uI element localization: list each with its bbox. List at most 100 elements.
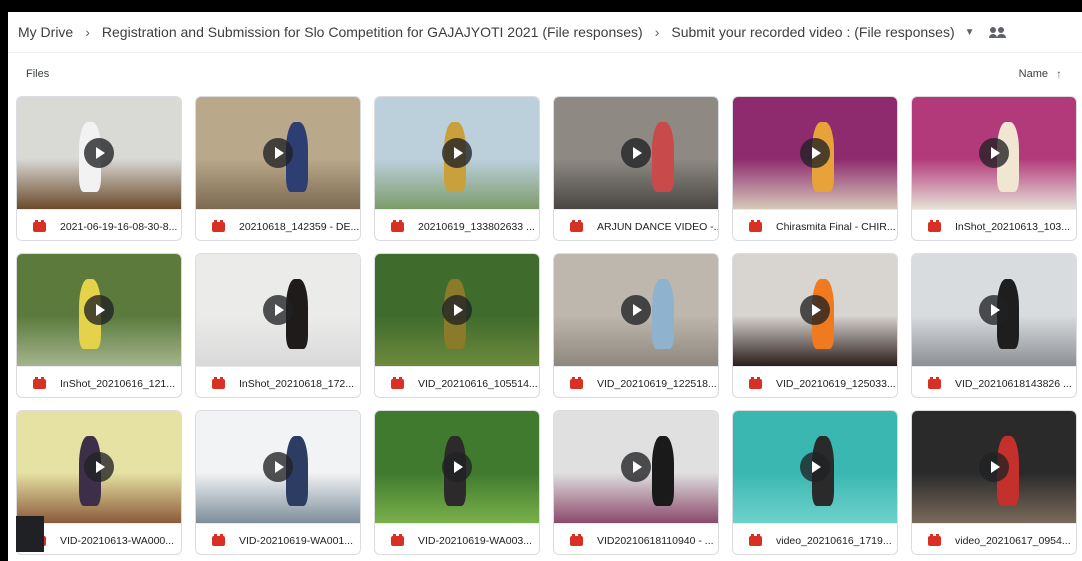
video-thumbnail[interactable] bbox=[912, 254, 1076, 366]
file-name: 20210618_142359 - DE... bbox=[239, 220, 360, 233]
file-card[interactable]: VID_20210616_105514... bbox=[374, 253, 540, 398]
video-thumbnail[interactable] bbox=[912, 411, 1076, 523]
file-card[interactable]: VID-20210619-WA001... bbox=[195, 410, 361, 555]
file-name: Chirasmita Final - CHIR... bbox=[776, 220, 896, 233]
video-thumbnail[interactable] bbox=[375, 97, 539, 209]
play-icon[interactable] bbox=[442, 138, 472, 168]
play-icon[interactable] bbox=[979, 138, 1009, 168]
breadcrumb-current-folder[interactable]: Submit your recorded video : (File respo… bbox=[671, 24, 954, 40]
file-name: 2021-06-19-16-08-30-8... bbox=[60, 220, 178, 233]
file-caption[interactable]: video_20210616_1719... bbox=[733, 523, 897, 554]
play-icon[interactable] bbox=[442, 295, 472, 325]
file-card[interactable]: video_20210616_1719... bbox=[732, 410, 898, 555]
video-thumbnail[interactable] bbox=[912, 97, 1076, 209]
file-caption[interactable]: InShot_20210613_103... bbox=[912, 209, 1076, 240]
play-icon[interactable] bbox=[84, 138, 114, 168]
video-file-icon bbox=[570, 533, 583, 546]
file-card[interactable]: VID_20210618143826 ... bbox=[911, 253, 1077, 398]
video-file-icon bbox=[391, 219, 404, 232]
video-thumbnail[interactable] bbox=[733, 411, 897, 523]
file-card[interactable]: 20210619_133802633 ... bbox=[374, 96, 540, 241]
video-thumbnail[interactable] bbox=[375, 254, 539, 366]
dancer-figure bbox=[652, 121, 675, 192]
video-thumbnail[interactable] bbox=[375, 411, 539, 523]
video-thumbnail[interactable] bbox=[554, 411, 718, 523]
file-name: video_20210617_0954... bbox=[955, 534, 1071, 547]
play-icon[interactable] bbox=[800, 295, 830, 325]
play-icon[interactable] bbox=[621, 138, 651, 168]
play-icon[interactable] bbox=[263, 295, 293, 325]
file-caption[interactable]: VID_20210616_105514... bbox=[375, 366, 539, 397]
file-card[interactable]: video_20210617_0954... bbox=[911, 410, 1077, 555]
play-icon[interactable] bbox=[979, 452, 1009, 482]
file-grid: 2021-06-19-16-08-30-8... 20210618_142359 … bbox=[16, 96, 1077, 555]
play-icon[interactable] bbox=[263, 452, 293, 482]
video-file-icon bbox=[212, 533, 225, 546]
video-thumbnail[interactable] bbox=[196, 97, 360, 209]
file-caption[interactable]: VID20210618110940 - ... bbox=[554, 523, 718, 554]
file-card[interactable]: ARJUN DANCE VIDEO -... bbox=[553, 96, 719, 241]
overlay-box bbox=[16, 516, 44, 552]
file-caption[interactable]: VID_20210618143826 ... bbox=[912, 366, 1076, 397]
video-thumbnail[interactable] bbox=[17, 254, 181, 366]
video-file-icon bbox=[928, 376, 941, 389]
play-icon[interactable] bbox=[621, 452, 651, 482]
video-thumbnail[interactable] bbox=[17, 97, 181, 209]
file-caption[interactable]: VID_20210619_122518... bbox=[554, 366, 718, 397]
file-caption[interactable]: VID-20210619-WA003... bbox=[375, 523, 539, 554]
sort-control[interactable]: Name ↑ bbox=[1019, 67, 1062, 81]
file-caption[interactable]: VID_20210619_125033... bbox=[733, 366, 897, 397]
video-file-icon bbox=[749, 376, 762, 389]
file-name: VID-20210619-WA003... bbox=[418, 534, 533, 547]
file-caption[interactable]: VID-20210619-WA001... bbox=[196, 523, 360, 554]
file-caption[interactable]: 2021-06-19-16-08-30-8... bbox=[17, 209, 181, 240]
file-caption[interactable]: Chirasmita Final - CHIR... bbox=[733, 209, 897, 240]
video-thumbnail[interactable] bbox=[17, 411, 181, 523]
file-name: InShot_20210616_121... bbox=[60, 377, 176, 390]
list-header: Files Name ↑ bbox=[8, 61, 1082, 87]
dancer-figure bbox=[652, 435, 675, 506]
caret-down-icon[interactable]: ▼ bbox=[965, 27, 975, 38]
file-card[interactable]: Chirasmita Final - CHIR... bbox=[732, 96, 898, 241]
breadcrumb-my-drive[interactable]: My Drive bbox=[18, 24, 73, 40]
drive-window: My Drive › Registration and Submission f… bbox=[8, 12, 1082, 561]
video-file-icon bbox=[570, 376, 583, 389]
file-card[interactable]: 20210618_142359 - DE... bbox=[195, 96, 361, 241]
play-icon[interactable] bbox=[800, 452, 830, 482]
video-thumbnail[interactable] bbox=[554, 254, 718, 366]
file-caption[interactable]: video_20210617_0954... bbox=[912, 523, 1076, 554]
file-name: InShot_20210618_172... bbox=[239, 377, 355, 390]
play-icon[interactable] bbox=[442, 452, 472, 482]
video-thumbnail[interactable] bbox=[733, 97, 897, 209]
breadcrumb-folder[interactable]: Registration and Submission for Slo Comp… bbox=[102, 24, 643, 40]
play-icon[interactable] bbox=[84, 452, 114, 482]
file-caption[interactable]: ARJUN DANCE VIDEO -... bbox=[554, 209, 718, 240]
play-icon[interactable] bbox=[84, 295, 114, 325]
file-caption[interactable]: 20210618_142359 - DE... bbox=[196, 209, 360, 240]
video-thumbnail[interactable] bbox=[196, 254, 360, 366]
video-thumbnail[interactable] bbox=[196, 411, 360, 523]
file-card[interactable]: VID_20210619_125033... bbox=[732, 253, 898, 398]
file-card[interactable]: 2021-06-19-16-08-30-8... bbox=[16, 96, 182, 241]
chevron-right-icon: › bbox=[85, 24, 90, 40]
video-thumbnail[interactable] bbox=[554, 97, 718, 209]
file-card[interactable]: InShot_20210613_103... bbox=[911, 96, 1077, 241]
file-card[interactable]: InShot_20210616_121... bbox=[16, 253, 182, 398]
file-card[interactable]: VID-20210619-WA003... bbox=[374, 410, 540, 555]
video-thumbnail[interactable] bbox=[733, 254, 897, 366]
play-icon[interactable] bbox=[263, 138, 293, 168]
file-caption[interactable]: InShot_20210616_121... bbox=[17, 366, 181, 397]
file-card[interactable]: VID_20210619_122518... bbox=[553, 253, 719, 398]
file-caption[interactable]: InShot_20210618_172... bbox=[196, 366, 360, 397]
play-icon[interactable] bbox=[979, 295, 1009, 325]
video-file-icon bbox=[928, 533, 941, 546]
file-name: VID_20210619_125033... bbox=[776, 377, 896, 390]
dancer-figure bbox=[652, 278, 675, 349]
file-card[interactable]: InShot_20210618_172... bbox=[195, 253, 361, 398]
video-file-icon bbox=[570, 219, 583, 232]
play-icon[interactable] bbox=[621, 295, 651, 325]
file-caption[interactable]: 20210619_133802633 ... bbox=[375, 209, 539, 240]
play-icon[interactable] bbox=[800, 138, 830, 168]
arrow-up-icon[interactable]: ↑ bbox=[1056, 67, 1062, 81]
file-card[interactable]: VID20210618110940 - ... bbox=[553, 410, 719, 555]
